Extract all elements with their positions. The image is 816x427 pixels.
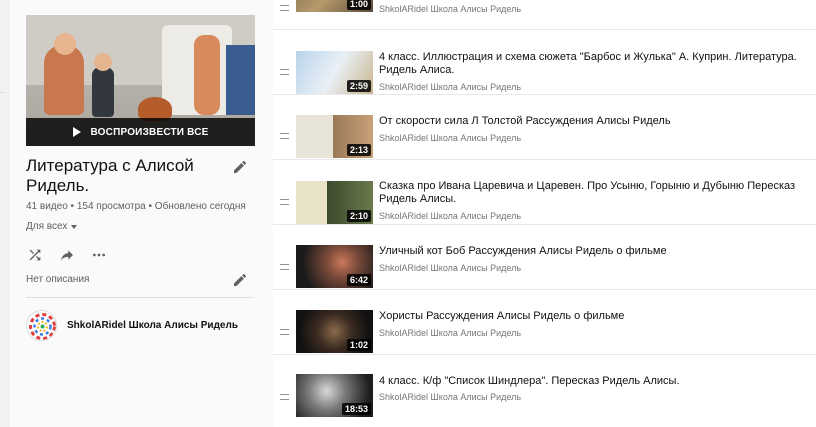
video-owner[interactable]: ShkolARidel Школа Алисы Ридель — [379, 392, 521, 402]
owner-name: ShkolARidel Школа Алисы Ридель — [67, 320, 238, 331]
drag-handle-icon[interactable] — [280, 69, 289, 75]
drag-handle-icon[interactable] — [280, 394, 289, 400]
play-icon — [72, 127, 81, 137]
video-thumbnail[interactable]: 6:42 — [296, 245, 373, 288]
video-owner[interactable]: ShkolARidel Школа Алисы Ридель — [379, 133, 521, 143]
video-owner[interactable]: ShkolARidel Школа Алисы Ридель — [379, 82, 521, 92]
video-duration: 2:10 — [346, 210, 371, 222]
play-all-label: ВОСПРОИЗВЕСТИ ВСЕ — [90, 126, 209, 138]
edit-title-icon[interactable] — [232, 159, 248, 175]
thumbnail-figure-head — [54, 33, 76, 55]
play-all-button[interactable]: ВОСПРОИЗВЕСТИ ВСЕ — [26, 118, 255, 146]
drag-handle-icon[interactable] — [280, 5, 289, 11]
video-owner[interactable]: ShkolARidel Школа Алисы Ридель — [379, 328, 521, 338]
video-list: 1:00 ShkolARidel Школа Алисы Ридель 2:59… — [273, 0, 816, 427]
video-title[interactable]: От скорости сила Л Толстой Рассуждения А… — [379, 115, 799, 128]
video-thumbnail[interactable]: 2:13 — [296, 115, 373, 158]
thumbnail-figure-boy-head — [94, 53, 112, 71]
shuffle-icon[interactable] — [26, 246, 44, 264]
margin-divider — [0, 92, 6, 93]
drag-handle-icon[interactable] — [280, 199, 289, 205]
playlist-row: 2:10 Сказка про Ивана Царевича и Царевен… — [273, 160, 816, 225]
video-duration: 2:59 — [346, 80, 371, 92]
video-thumbnail[interactable]: 18:53 — [296, 374, 373, 417]
video-duration: 2:13 — [346, 144, 371, 156]
video-thumbnail[interactable]: 2:10 — [296, 181, 373, 224]
video-owner[interactable]: ShkolARidel Школа Алисы Ридель — [379, 263, 521, 273]
drag-handle-icon[interactable] — [280, 264, 289, 270]
video-title[interactable]: Хористы Рассуждения Алисы Ридель о фильм… — [379, 310, 799, 323]
share-icon[interactable] — [58, 246, 76, 264]
edit-description-icon[interactable] — [232, 272, 248, 288]
drag-handle-icon[interactable] — [280, 329, 289, 335]
playlist-description: Нет описания — [26, 274, 90, 285]
video-duration: 1:02 — [346, 339, 371, 351]
playlist-row: 18:53 4 класс. К/ф "Список Шиндлера". Пе… — [273, 355, 816, 420]
video-owner[interactable]: ShkolARidel Школа Алисы Ридель — [379, 211, 521, 221]
playlist-row: 6:42 Уличный кот Боб Рассуждения Алисы Р… — [273, 225, 816, 290]
avatar — [26, 310, 57, 341]
playlist-actions — [26, 246, 108, 264]
more-options-icon[interactable] — [90, 246, 108, 264]
privacy-label: Для всех — [26, 221, 68, 232]
video-duration: 1:00 — [346, 0, 371, 10]
playlist-owner[interactable]: ShkolARidel Школа Алисы Ридель — [26, 310, 238, 341]
page-margin — [0, 0, 10, 427]
privacy-dropdown[interactable]: Для всех — [26, 221, 78, 232]
playlist-row: 2:59 4 класс. Иллюстрация и схема сюжета… — [273, 30, 816, 95]
thumbnail-figure-man — [194, 35, 220, 115]
video-owner[interactable]: ShkolARidel Школа Алисы Ридель — [379, 4, 521, 14]
video-thumbnail[interactable]: 2:59 — [296, 51, 373, 94]
video-duration: 18:53 — [341, 403, 371, 415]
thumbnail-figure-woman — [44, 45, 84, 115]
playlist-thumbnail[interactable]: ВОСПРОИЗВЕСТИ ВСЕ — [26, 15, 255, 146]
video-thumbnail[interactable]: 1:00 — [296, 0, 373, 12]
thumbnail-figure-boy — [92, 67, 114, 117]
video-title[interactable]: Уличный кот Боб Рассуждения Алисы Ридель… — [379, 245, 799, 258]
playlist-sidebar: ВОСПРОИЗВЕСТИ ВСЕ Литература с Алисой Ри… — [10, 0, 273, 427]
video-title[interactable]: 4 класс. К/ф "Список Шиндлера". Пересказ… — [379, 375, 799, 388]
playlist-stats: 41 видео • 154 просмотра • Обновлено сег… — [26, 201, 246, 212]
playlist-row: 1:02 Хористы Рассуждения Алисы Ридель о … — [273, 290, 816, 355]
video-duration: 6:42 — [346, 274, 371, 286]
drag-handle-icon[interactable] — [280, 133, 289, 139]
chevron-down-icon — [71, 224, 78, 229]
thumbnail-door — [226, 45, 255, 115]
video-thumbnail[interactable]: 1:02 — [296, 310, 373, 353]
sidebar-divider — [26, 297, 253, 298]
playlist-title: Литература с Алисой Ридель. — [26, 156, 194, 195]
playlist-row: 1:00 ShkolARidel Школа Алисы Ридель — [273, 0, 816, 30]
video-title[interactable]: Сказка про Ивана Царевича и Царевен. Про… — [379, 180, 799, 206]
video-title[interactable]: 4 класс. Иллюстрация и схема сюжета "Бар… — [379, 51, 799, 77]
playlist-row: 2:13 От скорости сила Л Толстой Рассужде… — [273, 95, 816, 160]
